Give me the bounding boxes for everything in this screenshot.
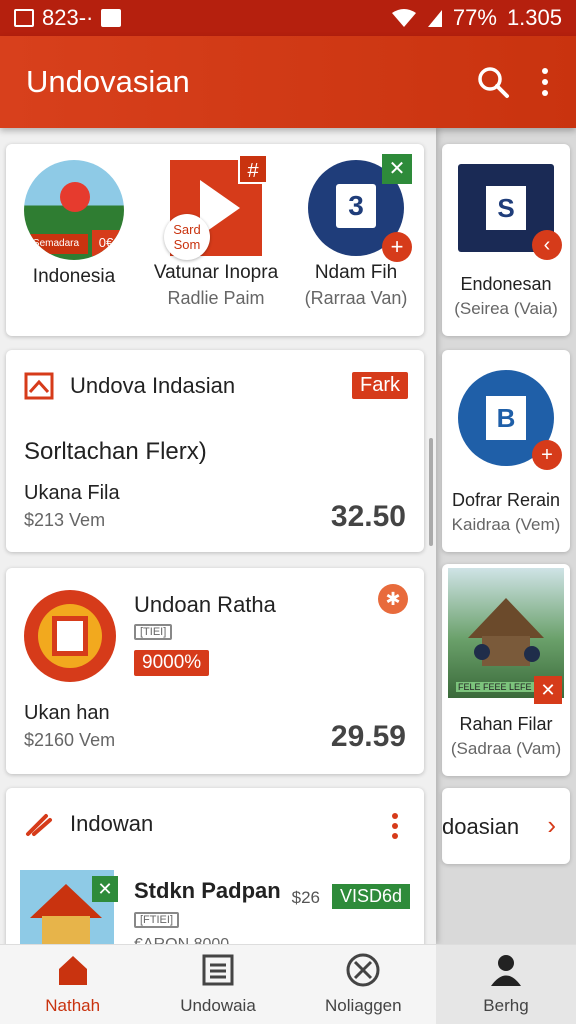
list-icon [202,954,234,986]
hexagon-logo-icon [24,590,116,682]
person-icon [490,955,521,986]
close-circle-icon [346,953,380,987]
side-item-name: Endonesan [460,274,552,294]
card-meta: $2160 Vem [24,730,116,750]
close-icon[interactable]: ✕ [382,154,412,184]
close-icon[interactable]: ✕ [534,676,562,704]
village-photo: FELE FEEE LEFE ✕ [448,568,564,704]
add-icon[interactable]: + [382,232,412,262]
mini-badge: [FTIEI] [134,912,179,928]
status-time: 823-· [42,5,94,30]
add-icon[interactable]: + [532,440,562,470]
image-icon [14,9,34,27]
app-subtitle: Radlie Paim [167,288,265,308]
app-name: Ndam Fih [314,262,398,283]
box-icon: B [486,396,526,440]
signal-icon [427,10,442,27]
thumb-label: Sard Som [164,214,210,260]
hash-icon: # [238,154,268,184]
price-small: $26 [291,888,320,907]
more-vert-icon[interactable] [540,65,550,99]
side-item[interactable]: B + Dofrar Rerain Kaidraa (Vem) [442,350,570,552]
edit-icon [26,814,52,836]
home-icon [58,956,87,985]
thumb-label: Semadara [24,234,88,254]
card-header: Undova Indasian [24,372,235,400]
battery-level: 77% [452,5,497,30]
side-item-name: Rahan Filar [459,714,553,734]
card-subtitle: Ukan han [24,702,110,724]
page-title: Undovasian [26,64,190,99]
side-item-name: Dofrar Rerain [451,490,561,510]
app-bar: Undovasian [0,36,576,128]
nav-label: Nathah [45,996,101,1015]
nav-item-list[interactable]: Undowaia [145,945,290,1024]
card-header-title: Undova Indasian [70,373,236,398]
nav-item-home[interactable]: Nathah [0,945,145,1024]
download-icon [101,9,122,27]
app-subtitle: (Rarraa Van) [304,288,408,308]
card-title: Sorltachan Flerx) [24,438,207,465]
house-thumbnail: ✕ [20,870,118,944]
app-item-ndam[interactable]: 3 ✕ + Ndam Fih (Rarraa Van) [288,154,424,309]
side-item[interactable]: FELE FEEE LEFE ✕ Rahan Filar (Sadraa (Va… [442,564,570,776]
box-icon: 3 [336,184,376,228]
back-icon[interactable]: ‹ [532,230,562,260]
side-item-sub: (Seirea (Vaia) [454,299,558,318]
buy-badge[interactable]: VISD6d [331,884,410,909]
card-meta: €ARON 8000 [134,936,229,944]
app-item-indonesia[interactable]: Semadara 0€ Indonesia [6,160,142,288]
sun-shape [60,182,90,212]
apps-row-card: Semadara 0€ Indonesia # Sard Som Vatunar… [6,144,424,336]
box-thumbnail: 3 ✕ + [308,154,412,262]
product-card[interactable]: Undoan Ratha [TIEI] 9000% ✱ Ukan han $21… [6,568,424,774]
card-header: Indowan [24,810,153,838]
thumb-badge: 0€ [92,230,120,256]
card-meta: $213 Vem [24,510,106,530]
check-icon: ✕ [92,876,118,902]
box-thumbnail: B + [458,370,562,470]
side-link-label: doasian [442,814,520,839]
more-vert-icon[interactable] [390,812,400,840]
star-icon[interactable]: ✱ [378,584,408,614]
scrollbar[interactable] [429,438,433,546]
side-item-sub: Kaidraa (Vem) [451,515,561,534]
app-name: Indonesia [32,266,116,287]
side-link[interactable]: doasian › [442,788,570,864]
chevron-right-icon[interactable]: › [547,810,556,841]
price-label: 29.59 [330,720,406,753]
box-thumbnail: S ‹ [458,164,562,260]
side-panel[interactable]: S ‹ Endonesan (Seirea (Vaia) B + Dofrar … [436,128,576,944]
status-clock: 1.305 [506,5,562,30]
book-icon [24,372,54,400]
app-name: Vatunar Inopra [153,262,279,283]
side-item[interactable]: S ‹ Endonesan (Seirea (Vaia) [442,144,570,336]
card-subtitle: Ukana Fila [24,482,120,504]
tag-badge[interactable]: Fark [352,372,408,399]
discount-badge: 9000% [134,650,210,676]
mini-badge: [TIEI] [134,624,173,640]
product-card[interactable]: Undova Indasian Fark Sorltachan Flerx) U… [6,350,424,552]
status-bar: 823-· 77% 1.305 [0,0,576,36]
side-item-sub: (Sadraa (Vam) [450,739,562,758]
bottom-nav: Nathah Undowaia Noliaggen Berhg [0,944,576,1024]
photo-caption: FELE FEEE LEFE [456,682,534,692]
nav-label: Noliaggen [325,996,402,1015]
nav-label: Berhg [483,996,529,1015]
nav-label: Undowaia [180,996,256,1015]
product-card[interactable]: Indowan ✕ Stdkn Padpan [FTIEI] €ARON 800… [6,788,424,944]
nav-item-profile[interactable]: Berhg [435,945,576,1024]
box-icon: S [486,186,526,230]
island-thumbnail: Semadara 0€ [24,160,124,260]
price-label: 32.50 [330,500,406,533]
main-feed[interactable]: Semadara 0€ Indonesia # Sard Som Vatunar… [0,128,436,944]
wifi-icon [391,9,416,27]
slides-thumbnail: # Sard Som [164,154,268,260]
card-title: Stdkn Padpan [134,878,281,903]
card-title: Undoan Ratha [134,592,276,617]
search-icon[interactable] [476,65,510,99]
nav-item-cancel[interactable]: Noliaggen [291,945,436,1024]
card-header-title: Indowan [70,811,154,836]
app-item-vatunar[interactable]: # Sard Som Vatunar Inopra Radlie Paim [148,154,284,309]
